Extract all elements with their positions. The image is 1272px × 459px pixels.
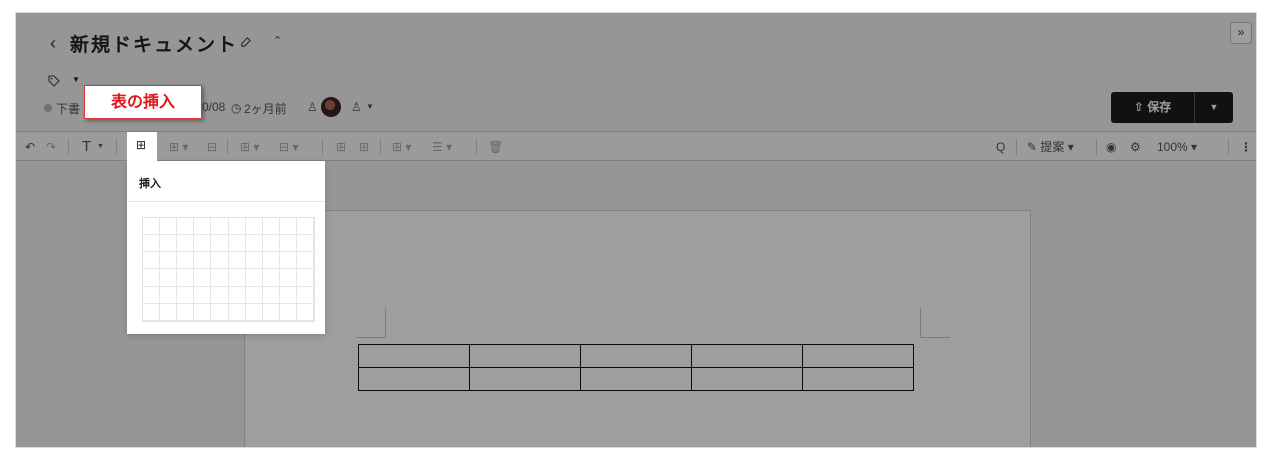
grid-cell[interactable] (245, 252, 263, 270)
insert-table-tooltip: 表の挿入 (84, 85, 202, 119)
grid-cell[interactable] (143, 303, 161, 321)
grid-cell[interactable] (245, 286, 263, 304)
grid-cell[interactable] (279, 252, 297, 270)
grid-cell[interactable] (228, 286, 246, 304)
grid-cell[interactable] (211, 218, 229, 236)
insert-table-icon: ⊞ (135, 138, 147, 152)
grid-cell[interactable] (279, 218, 297, 236)
grid-cell[interactable] (211, 235, 229, 253)
table-size-picker-grid[interactable] (142, 217, 315, 322)
grid-cell[interactable] (194, 252, 212, 270)
insert-table-button-highlight[interactable]: ⊞ (127, 132, 157, 161)
grid-cell[interactable] (279, 269, 297, 287)
grid-cell[interactable] (296, 303, 314, 321)
grid-cell[interactable] (211, 303, 229, 321)
popup-title: 挿入 (139, 178, 161, 190)
grid-cell[interactable] (245, 218, 263, 236)
grid-cell[interactable] (262, 218, 280, 236)
grid-cell[interactable] (194, 218, 212, 236)
grid-cell[interactable] (245, 235, 263, 253)
grid-cell[interactable] (160, 235, 178, 253)
grid-cell[interactable] (194, 303, 212, 321)
grid-cell[interactable] (245, 269, 263, 287)
grid-cell[interactable] (228, 303, 246, 321)
grid-cell[interactable] (296, 269, 314, 287)
grid-cell[interactable] (160, 218, 178, 236)
grid-cell[interactable] (160, 269, 178, 287)
grid-cell[interactable] (262, 269, 280, 287)
grid-cell[interactable] (194, 286, 212, 304)
grid-cell[interactable] (262, 286, 280, 304)
grid-cell[interactable] (194, 269, 212, 287)
grid-cell[interactable] (262, 252, 280, 270)
grid-cell[interactable] (279, 303, 297, 321)
grid-cell[interactable] (143, 286, 161, 304)
grid-cell[interactable] (228, 269, 246, 287)
grid-cell[interactable] (160, 252, 178, 270)
popup-divider (127, 201, 325, 202)
grid-cell[interactable] (160, 303, 178, 321)
grid-cell[interactable] (279, 235, 297, 253)
grid-cell[interactable] (228, 218, 246, 236)
grid-cell[interactable] (228, 252, 246, 270)
grid-cell[interactable] (177, 303, 195, 321)
grid-cell[interactable] (262, 235, 280, 253)
grid-cell[interactable] (296, 286, 314, 304)
grid-cell[interactable] (160, 286, 178, 304)
grid-cell[interactable] (296, 218, 314, 236)
grid-cell[interactable] (245, 303, 263, 321)
grid-cell[interactable] (194, 235, 212, 253)
grid-cell[interactable] (296, 235, 314, 253)
grid-cell[interactable] (296, 252, 314, 270)
grid-cell[interactable] (177, 252, 195, 270)
grid-cell[interactable] (211, 286, 229, 304)
grid-cell[interactable] (143, 235, 161, 253)
grid-cell[interactable] (143, 218, 161, 236)
grid-cell[interactable] (211, 252, 229, 270)
grid-cell[interactable] (177, 218, 195, 236)
grid-cell[interactable] (177, 286, 195, 304)
editor-window: ‹ 新規ドキュメント ⌃ » ▼ 下書 0/08 ◷ 2ヶ月前 ♙ ♙ ▼ ⇧ … (15, 12, 1257, 448)
grid-cell[interactable] (262, 303, 280, 321)
grid-cell[interactable] (143, 269, 161, 287)
grid-cell[interactable] (228, 235, 246, 253)
grid-cell[interactable] (177, 269, 195, 287)
grid-cell[interactable] (143, 252, 161, 270)
grid-cell[interactable] (279, 286, 297, 304)
grid-cell[interactable] (177, 235, 195, 253)
grid-cell[interactable] (211, 269, 229, 287)
insert-table-popup: 挿入 (127, 161, 325, 334)
